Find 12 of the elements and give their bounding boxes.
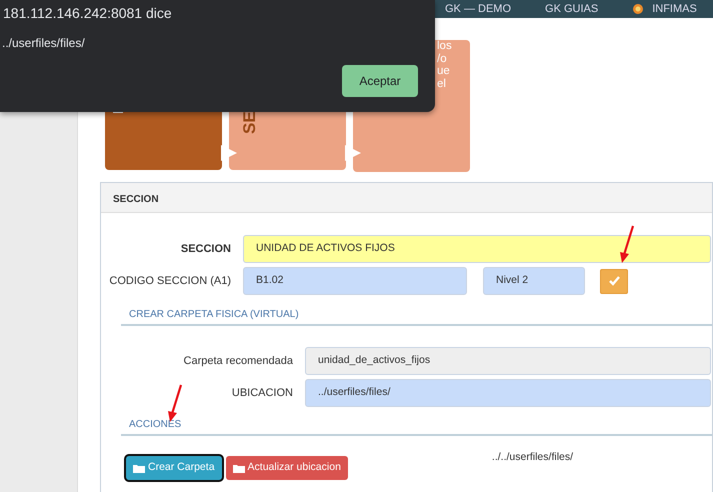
tile-title: SE xyxy=(239,111,260,134)
field-label: Carpeta recomendada xyxy=(182,354,294,369)
field-label: SECCION xyxy=(180,242,232,257)
dialog-message: ../userfiles/files/ xyxy=(1,35,86,52)
dialog-title: 181.112.146.242:8081 dice xyxy=(2,4,173,23)
section-heading: ACCIONES xyxy=(121,417,712,436)
tile-text: los /o ue el xyxy=(437,40,452,91)
panel-header: SECCION xyxy=(101,183,712,213)
path-text: ../../userfiles/files/ xyxy=(492,450,574,465)
field-label: CODIGO SECCION (A1) xyxy=(108,274,232,289)
field-label: UBICACION xyxy=(230,386,294,401)
section-heading: CREAR CARPETA FISICA (VIRTUAL) xyxy=(121,307,712,326)
